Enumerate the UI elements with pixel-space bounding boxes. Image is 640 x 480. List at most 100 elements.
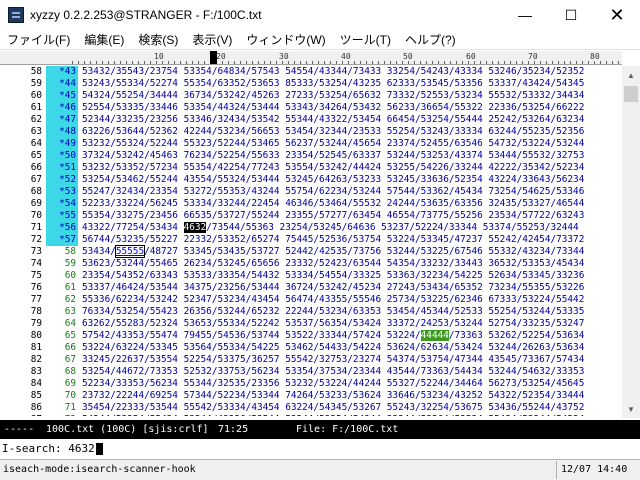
close-button[interactable]: ✕ bbox=[594, 0, 640, 30]
editor-line[interactable]: 68 *53 55247/32434/23354 53272/55353/43244… bbox=[0, 186, 622, 198]
line-number: 63 bbox=[30, 126, 42, 137]
line-text[interactable]: 55336/62234/53242 52347/53234/43454 5647… bbox=[82, 294, 584, 306]
line-text[interactable]: 54324/55254/34444 36734/53242/45263 2723… bbox=[82, 90, 584, 102]
line-sequence-number: *44 bbox=[59, 78, 76, 89]
ruler-label: 50 bbox=[402, 52, 414, 61]
editor-line[interactable]: 80 65 57542/43353/55474 79455/54536/53744 … bbox=[0, 330, 622, 342]
minimize-button[interactable]: — bbox=[502, 0, 548, 30]
line-number: 76 bbox=[30, 282, 42, 293]
line-number: 84 bbox=[30, 378, 42, 389]
editor-line[interactable]: 69 *54 52233/33224/56245 53334/33244/22454… bbox=[0, 198, 622, 210]
line-sequence-number: 68 bbox=[64, 366, 76, 377]
line-text[interactable]: 23354/54352/63343 53533/33354/54432 5333… bbox=[82, 270, 584, 282]
line-sequence-number: *50 bbox=[59, 150, 76, 161]
editor-line[interactable]: 66 *51 53232/53352/57234 55354/42254/77243… bbox=[0, 162, 622, 174]
editor-line[interactable]: 76 61 53337/46424/53544 34375/23256/53444 … bbox=[0, 282, 622, 294]
editor-line[interactable]: 72 *57 56744/53235/55227 22332/53352/65274… bbox=[0, 234, 622, 246]
scroll-up-icon[interactable]: ▲ bbox=[622, 66, 640, 84]
editor-line[interactable]: 81 66 53224/63224/53345 53564/55334/54225 … bbox=[0, 342, 622, 354]
menu-file[interactable]: ファイル(F) bbox=[0, 30, 77, 50]
line-text[interactable]: 63226/53644/52362 42244/53234/56653 5345… bbox=[82, 126, 584, 138]
editor-line[interactable]: 65 *50 37324/53242/45463 76234/52254/55633… bbox=[0, 150, 622, 162]
line-number: 80 bbox=[30, 330, 42, 341]
line-number: 65 bbox=[30, 150, 42, 161]
line-text[interactable]: 52233/33224/56245 53334/33244/22454 4634… bbox=[82, 198, 584, 210]
editor-text-area[interactable]: 58 *43 53432/35543/23754 53354/64834/57543… bbox=[0, 66, 622, 416]
editor-line[interactable]: 62 *47 52344/33235/23256 53346/32434/53542… bbox=[0, 114, 622, 126]
line-text[interactable]: 52554/53335/33446 53354/44324/53444 5334… bbox=[82, 102, 584, 114]
line-text[interactable]: 76334/53254/55423 26356/53244/65232 2224… bbox=[82, 306, 584, 318]
editor-line[interactable]: 67 *52 53254/53462/55244 43554/55324/53444… bbox=[0, 174, 622, 186]
editor-line[interactable]: 58 *43 53432/35543/23754 53354/64834/57543… bbox=[0, 66, 622, 78]
editor-line[interactable]: 59 *44 53243/55334/52274 55354/63352/53653… bbox=[0, 78, 622, 90]
line-number: 69 bbox=[30, 198, 42, 209]
xyzzy-app-icon[interactable] bbox=[8, 7, 24, 23]
menu-tools[interactable]: ツール(T) bbox=[333, 30, 398, 50]
line-text[interactable]: 53432/35543/23754 53354/64834/57543 5455… bbox=[82, 66, 584, 78]
line-text[interactable]: 53224/63224/53345 53564/55334/54225 5346… bbox=[82, 342, 584, 354]
editor-line[interactable]: 70 *55 55354/33275/23456 66535/53727/55244… bbox=[0, 210, 622, 222]
line-text[interactable]: 33245/22637/53554 52254/53375/36257 5554… bbox=[82, 354, 584, 366]
line-number: 85 bbox=[30, 390, 42, 401]
line-text[interactable]: 56744/53235/55227 22332/53352/65274 7544… bbox=[82, 234, 584, 246]
editor-line[interactable]: 78 63 76334/53254/55423 26356/53244/65232 … bbox=[0, 306, 622, 318]
line-text[interactable]: 53623/53244/55465 26234/53245/65656 2333… bbox=[82, 258, 584, 270]
line-text[interactable]: 53232/53352/57234 55354/42254/77243 5355… bbox=[82, 162, 584, 174]
line-number: 70 bbox=[30, 210, 42, 221]
line-text[interactable]: 52344/33235/23256 53346/32434/53542 5534… bbox=[82, 114, 584, 126]
editor-line[interactable]: 74 59 53623/53244/55465 26234/53245/65656 … bbox=[0, 258, 622, 270]
status-mode-text: iseach-mode:isearch-scanner-hook bbox=[3, 464, 196, 475]
editor-line[interactable]: 87 72 54244/53354/55434 53244/43226/53544 … bbox=[0, 414, 622, 416]
menu-help[interactable]: ヘルプ(?) bbox=[398, 30, 463, 50]
minibuffer[interactable]: I-search: 4632 bbox=[0, 440, 640, 458]
editor-line[interactable]: 73 58 53434/55555/48727 53345/53435/53727 … bbox=[0, 245, 622, 258]
editor-line[interactable]: 79 64 63262/55283/52324 53653/55334/52242 … bbox=[0, 318, 622, 330]
scroll-thumb[interactable] bbox=[624, 86, 638, 102]
editor-line[interactable]: 77 62 55336/62234/53242 52347/53234/43454 … bbox=[0, 294, 622, 306]
editor-line[interactable]: 63 *48 63226/53644/52362 42244/53234/56653… bbox=[0, 126, 622, 138]
line-sequence-number: 66 bbox=[64, 342, 76, 353]
editor-line[interactable]: 64 *49 53232/55324/52244 55323/52244/53465… bbox=[0, 138, 622, 150]
line-number: 61 bbox=[30, 102, 42, 113]
editor-line[interactable]: 71 *56 43322/77254/53434 4632/73544/55363 … bbox=[0, 222, 622, 234]
line-number: 82 bbox=[30, 354, 42, 365]
line-sequence-number: *47 bbox=[59, 114, 76, 125]
maximize-button[interactable]: ☐ bbox=[548, 0, 594, 30]
line-text[interactable]: 37324/53242/45463 76234/52254/55633 2335… bbox=[82, 150, 584, 162]
line-text[interactable]: 53337/46424/53544 34375/23256/53444 3672… bbox=[82, 282, 584, 294]
line-text[interactable]: 63262/55283/52324 53653/55334/52242 5353… bbox=[82, 318, 584, 330]
line-text[interactable]: 43322/77254/53434 4632/73544/55363 23254… bbox=[82, 222, 579, 234]
line-text[interactable]: 53232/55324/52244 55323/52244/53465 5623… bbox=[82, 138, 584, 150]
column-ruler: 10 20 30 40 50 60 70 80 bbox=[0, 51, 622, 65]
editor-line[interactable]: 86 71 35454/22333/53544 55542/53334/43454 … bbox=[0, 402, 622, 414]
scroll-down-icon[interactable]: ▼ bbox=[622, 400, 640, 418]
vertical-scrollbar[interactable]: ▲ ▼ bbox=[622, 66, 640, 418]
line-text[interactable]: 53254/44672/73353 52532/33753/56234 5335… bbox=[82, 366, 584, 378]
line-text[interactable]: 55247/32434/23354 53272/55353/43244 5575… bbox=[82, 186, 584, 198]
line-text[interactable]: 23732/22244/69254 57344/52234/53344 7426… bbox=[82, 390, 584, 402]
editor-line[interactable]: 82 67 33245/22637/53554 52254/53375/36257 … bbox=[0, 354, 622, 366]
editor-line[interactable]: 84 69 52234/33353/56234 55344/32535/23356 … bbox=[0, 378, 622, 390]
line-text[interactable]: 52234/33353/56234 55344/32535/23356 5323… bbox=[82, 378, 584, 390]
menu-window[interactable]: ウィンドウ(W) bbox=[239, 30, 332, 50]
menu-search[interactable]: 検索(S) bbox=[131, 30, 185, 50]
line-text[interactable]: 53254/53462/55244 43554/55324/53444 5324… bbox=[82, 174, 584, 186]
menu-view[interactable]: 表示(V) bbox=[185, 30, 239, 50]
line-text[interactable]: 54244/53354/55434 53244/43226/53544 5324… bbox=[82, 414, 584, 416]
line-number: 81 bbox=[30, 342, 42, 353]
line-text[interactable]: 35454/22333/53544 55542/53334/43454 6322… bbox=[82, 402, 584, 414]
editor-line[interactable]: 83 68 53254/44672/73353 52532/33753/56234 … bbox=[0, 366, 622, 378]
editor-line[interactable]: 75 60 23354/54352/63343 53533/33354/54432 … bbox=[0, 270, 622, 282]
editor-line[interactable]: 85 70 23732/22244/69254 57344/52234/53344 … bbox=[0, 390, 622, 402]
line-sequence-number: *54 bbox=[59, 198, 76, 209]
line-number: 72 bbox=[30, 234, 42, 245]
menu-edit[interactable]: 編集(E) bbox=[77, 30, 131, 50]
editor-line[interactable]: 60 *45 54324/55254/34444 36734/53242/45263… bbox=[0, 90, 622, 102]
line-text[interactable]: 55354/33275/23456 66535/53727/55244 2335… bbox=[82, 210, 584, 222]
line-number: 77 bbox=[30, 294, 42, 305]
line-text[interactable]: 53243/55334/52274 55354/63352/53653 8533… bbox=[82, 78, 584, 90]
line-sequence-number: 64 bbox=[64, 318, 76, 329]
line-text[interactable]: 57542/43353/55474 79455/54536/53744 5352… bbox=[82, 330, 584, 342]
line-text[interactable]: 53434/55555/48727 53345/53435/53727 5244… bbox=[82, 245, 584, 258]
editor-line[interactable]: 61 *46 52554/53335/33446 53354/44324/53444… bbox=[0, 102, 622, 114]
